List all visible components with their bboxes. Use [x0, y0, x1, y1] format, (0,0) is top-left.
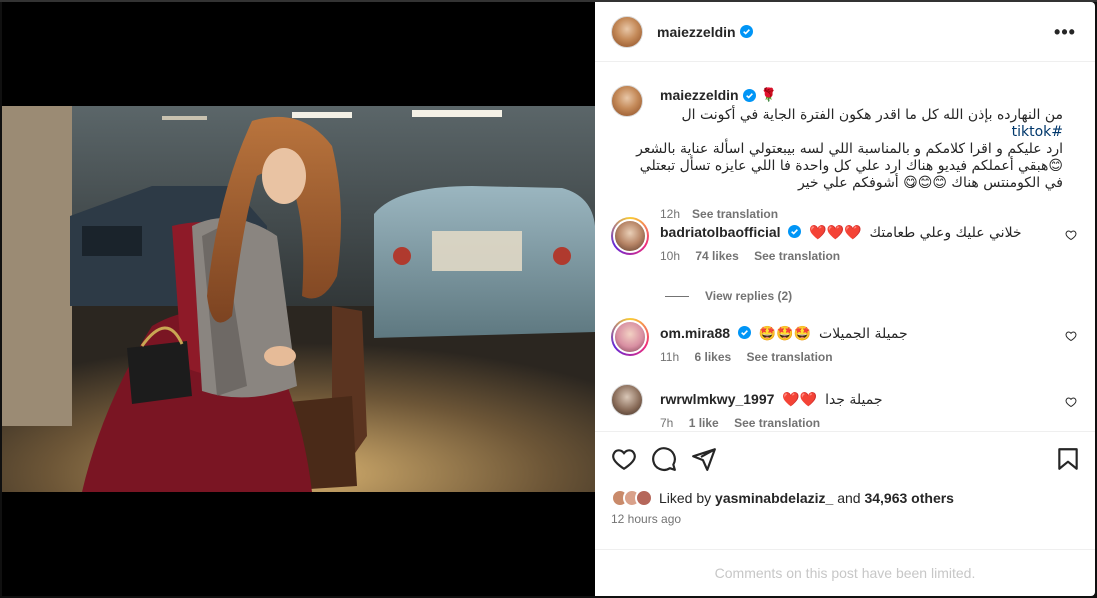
- heart-icon[interactable]: [1065, 330, 1077, 342]
- caption-line1: من النهارده بإذن الله كل ما اقدر هكون ال…: [681, 107, 1063, 123]
- caption-time: 12h: [660, 207, 681, 221]
- caption-line4-emoji: 😊😊😋: [903, 175, 947, 191]
- save-icon[interactable]: [1055, 446, 1081, 472]
- comment-text: جميلة الجميلات: [819, 326, 908, 342]
- comment-time: 7h: [660, 416, 674, 430]
- caption-username[interactable]: maiezzeldin: [660, 87, 739, 103]
- comment-meta: 11h 6 likes See translation: [660, 350, 845, 364]
- comment-avatar[interactable]: [611, 384, 643, 416]
- heart-icon[interactable]: [611, 446, 637, 472]
- liker-avatar[interactable]: [635, 489, 653, 507]
- comment-emoji: ❤️❤️: [782, 392, 818, 408]
- view-replies[interactable]: View replies (2): [665, 289, 792, 303]
- caption-meta: 12h See translation: [660, 207, 778, 221]
- post-panel: maiezzeldin ••• maiezzeldin 🌹 من النهارد…: [595, 2, 1095, 596]
- post-media: [2, 2, 595, 596]
- post-time: 12 hours ago: [611, 512, 682, 526]
- comment-avatar[interactable]: [611, 217, 649, 255]
- share-icon[interactable]: [691, 446, 717, 472]
- author-username[interactable]: maiezzeldin: [657, 24, 736, 40]
- comment-username[interactable]: om.mira88: [660, 325, 730, 341]
- heart-icon[interactable]: [1065, 229, 1077, 241]
- caption-translate[interactable]: See translation: [692, 207, 778, 221]
- comment-likes[interactable]: 1 like: [689, 416, 719, 430]
- liked-by-and: and: [837, 490, 861, 506]
- comment-meta: 7h 1 like See translation: [660, 416, 832, 430]
- comment-icon[interactable]: [651, 446, 677, 472]
- comment-text: جميلة جدا: [825, 392, 883, 408]
- comment-translate[interactable]: See translation: [754, 249, 840, 263]
- liked-by: Liked by yasminabdelaziz_ and 34,963 oth…: [611, 489, 954, 507]
- comment-likes[interactable]: 74 likes: [695, 249, 738, 263]
- rose-emoji: 🌹: [760, 87, 777, 102]
- comment-meta: 10h 74 likes See translation: [660, 249, 852, 263]
- comment-likes[interactable]: 6 likes: [694, 350, 731, 364]
- liker-avatars: [611, 489, 653, 507]
- comment-body: om.mira88 🤩🤩🤩 جميلة الجميلات: [660, 324, 1040, 343]
- comment-emoji: ❤️❤️❤️: [809, 225, 862, 241]
- caption-hashtag[interactable]: #tiktok: [1012, 124, 1063, 140]
- caption-name-row: maiezzeldin 🌹: [660, 87, 777, 103]
- comment-body: badriatolbaofficial ❤️❤️❤️ خلاني عليك وع…: [660, 223, 1040, 242]
- post-photo[interactable]: [2, 106, 595, 492]
- post-header: maiezzeldin •••: [595, 2, 1095, 62]
- heart-icon[interactable]: [1065, 396, 1077, 408]
- comment-time: 10h: [660, 249, 681, 263]
- view-replies-label[interactable]: View replies (2): [705, 289, 792, 303]
- caption-line3: هبقي أعملكم فيديو هناك ارد علي كل واحدة …: [639, 158, 1049, 174]
- verified-icon: [742, 88, 756, 102]
- comment-text: خلاني عليك وعلي طعامتك: [869, 225, 1022, 241]
- comment-username[interactable]: rwrwlmkwy_1997: [660, 391, 774, 407]
- comment-body: rwrwlmkwy_1997 ❤️❤️ جميلة جدا: [660, 390, 1040, 409]
- author-avatar[interactable]: [611, 15, 643, 48]
- liked-by-prefix: Liked by: [659, 490, 712, 506]
- caption-line4-end: أشوفكم علي خير: [797, 175, 899, 191]
- caption-line2: ارد عليكم و اقرا كلامكم و بالمناسبة اللي…: [636, 141, 1063, 157]
- post-actions: Liked by yasminabdelaziz_ and 34,963 oth…: [595, 431, 1095, 559]
- caption-line4: في الكومنتس هناك: [951, 175, 1063, 191]
- comment-emoji: 🤩🤩🤩: [758, 326, 812, 342]
- verified-icon: [739, 25, 753, 38]
- comment-username[interactable]: badriatolbaofficial: [660, 224, 781, 240]
- liked-by-user[interactable]: yasminabdelaziz_: [715, 490, 833, 506]
- comment-avatar[interactable]: [611, 318, 649, 356]
- verified-icon: [788, 225, 802, 238]
- verified-icon: [737, 326, 751, 339]
- more-icon[interactable]: •••: [1054, 22, 1075, 42]
- comments-limited-notice: Comments on this post have been limited.: [595, 549, 1095, 596]
- caption-text: من النهارده بإذن الله كل ما اقدر هكون ال…: [611, 107, 1063, 192]
- replies-line: [665, 295, 689, 297]
- caption-line3-emoji: 😊: [1048, 158, 1063, 174]
- comments-section: maiezzeldin 🌹 من النهارده بإذن الله كل م…: [595, 63, 1095, 431]
- comment-translate[interactable]: See translation: [747, 350, 833, 364]
- liked-by-others[interactable]: 34,963 others: [864, 490, 954, 506]
- photo-image: [2, 106, 595, 492]
- comment-translate[interactable]: See translation: [734, 416, 820, 430]
- comment-time: 11h: [660, 350, 680, 364]
